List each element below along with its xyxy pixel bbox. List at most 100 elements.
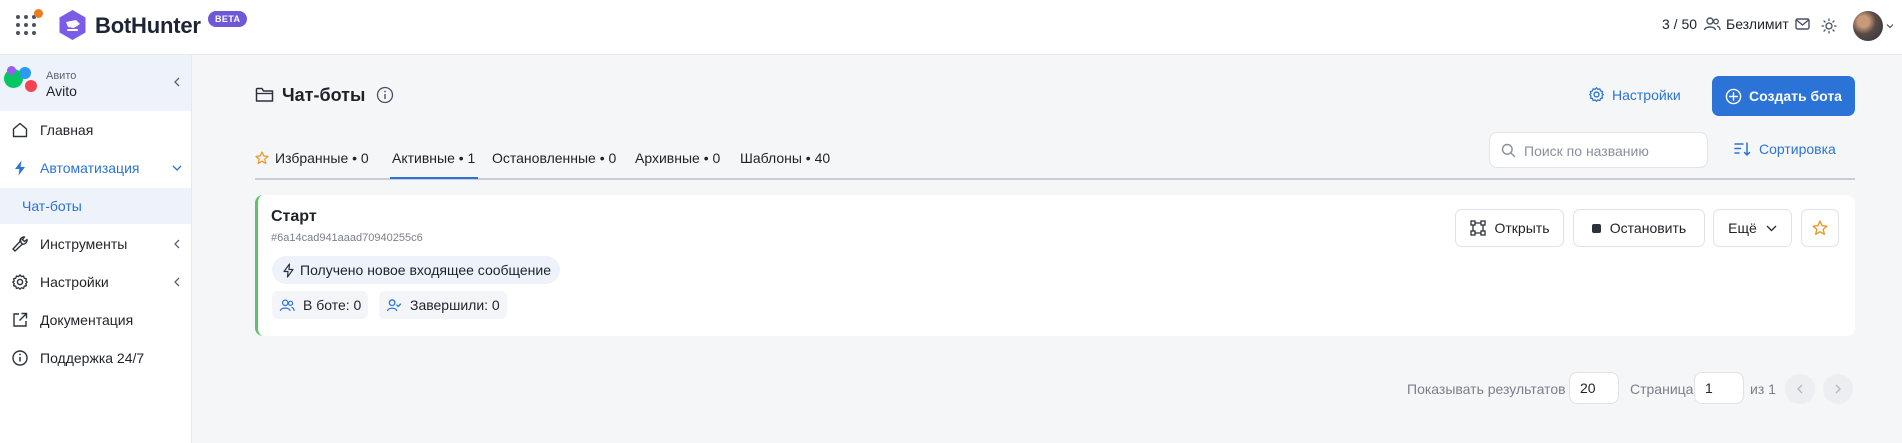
prev-page-button[interactable] (1785, 374, 1815, 404)
finished-label: Завершили: 0 (410, 297, 500, 313)
chevron-down-icon (1766, 225, 1777, 231)
sidebar-item-label: Инструменты (40, 236, 128, 252)
beta-badge: BETA (208, 11, 248, 27)
trigger-label: Получено новое входящее сообщение (300, 262, 552, 278)
mail-check-icon (1795, 18, 1810, 30)
stop-bot-button[interactable]: Остановить (1573, 209, 1705, 247)
bot-name[interactable]: Старт (271, 208, 317, 226)
sidebar-item-home[interactable]: Главная (0, 112, 191, 148)
tab-label: Архивные • 0 (635, 150, 721, 166)
star-icon (1812, 220, 1828, 235)
wrench-icon (12, 236, 28, 252)
account-platform: Авито (46, 70, 77, 82)
create-bot-button[interactable]: Создать бота (1712, 76, 1855, 116)
gear-icon (12, 274, 28, 290)
sidebar-item-support[interactable]: Поддержка 24/7 (0, 340, 191, 376)
chevron-left-icon (1797, 384, 1803, 394)
bot-card[interactable]: Старт #6a14cad941aaad70940255c6 Получено… (255, 195, 1855, 336)
nodes-icon (1469, 220, 1486, 236)
tab-label: Шаблоны • 40 (740, 150, 831, 166)
more-menu-button[interactable]: Ещё (1713, 209, 1792, 247)
sort-button[interactable]: Сортировка (1734, 141, 1836, 157)
lightning-icon (283, 262, 294, 278)
users-usage[interactable]: 3 / 50 (1662, 16, 1721, 32)
bothunter-logo-icon[interactable] (58, 9, 87, 41)
notification-dot (34, 9, 43, 18)
tab-stopped[interactable]: Остановленные • 0 (492, 150, 616, 166)
tab-label: Остановленные • 0 (492, 150, 617, 166)
users-icon (1703, 17, 1721, 31)
page-input[interactable] (1694, 372, 1744, 404)
in-bot-label: В боте: 0 (303, 297, 362, 313)
tab-label: Активные • 1 (392, 150, 476, 166)
sidebar-item-docs[interactable]: Документация (0, 302, 191, 338)
per-page-label: Показывать результатов (1407, 381, 1566, 397)
user-check-icon (386, 298, 402, 311)
next-page-button[interactable] (1823, 374, 1853, 404)
sidebar-item-settings[interactable]: Настройки (0, 264, 191, 300)
open-label: Открыть (1494, 220, 1550, 236)
chevron-down-icon[interactable] (1886, 22, 1894, 30)
sort-icon (1734, 142, 1751, 156)
sidebar-item-label: Документация (40, 312, 134, 328)
sidebar-item-chatbots[interactable]: Чат-боты (0, 188, 191, 224)
plus-circle-icon (1725, 88, 1742, 104)
sidebar: Авито Avito Главная Автоматизация Чат-бо… (0, 55, 192, 443)
sidebar-item-label: Настройки (40, 274, 109, 290)
tab-active[interactable]: Активные • 1 (392, 150, 475, 166)
bot-id: #6a14cad941aaad70940255c6 (271, 232, 423, 244)
apps-grid-icon[interactable] (16, 15, 36, 35)
search-icon (1501, 143, 1516, 158)
chevron-left-icon (174, 239, 180, 249)
in-bot-stat: В боте: 0 (272, 291, 369, 319)
search-box[interactable] (1489, 132, 1708, 168)
settings-link-label: Настройки (1612, 86, 1681, 103)
chevron-right-icon (1835, 384, 1841, 394)
sidebar-item-tools[interactable]: Инструменты (0, 226, 191, 262)
create-bot-label: Создать бота (1749, 88, 1842, 104)
stop-icon (1591, 223, 1601, 233)
more-label: Ещё (1728, 220, 1757, 236)
page-label: Страница (1630, 381, 1694, 397)
favorite-button[interactable] (1801, 209, 1839, 247)
sidebar-item-label: Поддержка 24/7 (40, 350, 145, 366)
tabs-divider (255, 178, 1855, 180)
account-name: Avito (46, 83, 77, 99)
sun-icon[interactable] (1821, 18, 1837, 34)
search-input[interactable] (1524, 141, 1699, 161)
chevron-left-icon (174, 277, 180, 287)
sort-label: Сортировка (1759, 141, 1836, 157)
settings-link[interactable]: Настройки (1588, 86, 1681, 103)
page-title: Чат-боты (282, 85, 366, 105)
info-icon[interactable] (376, 86, 394, 104)
gear-icon (1589, 87, 1604, 102)
chevron-left-icon[interactable] (173, 77, 181, 87)
per-page-input[interactable] (1569, 372, 1619, 404)
tab-archived[interactable]: Архивные • 0 (635, 150, 720, 166)
plan-indicator[interactable]: Безлимит (1726, 16, 1811, 32)
finished-stat: Завершили: 0 (379, 291, 507, 319)
bot-trigger-badge: Получено новое входящее сообщение (272, 256, 561, 284)
sidebar-item-label: Чат-боты (22, 198, 82, 214)
top-bar: BotHunter BETA 3 / 50 Безлимит (0, 0, 1902, 55)
external-link-icon (13, 312, 28, 327)
folder-icon (255, 87, 274, 102)
account-switcher[interactable]: Авито Avito (0, 55, 191, 111)
page-count-label: из 1 (1750, 381, 1776, 397)
open-bot-button[interactable]: Открыть (1455, 209, 1564, 247)
lightning-icon (15, 160, 25, 176)
tab-templates[interactable]: Шаблоны • 40 (740, 150, 830, 166)
usage-count: 3 / 50 (1662, 16, 1698, 32)
stop-label: Остановить (1609, 220, 1687, 236)
sidebar-item-automation[interactable]: Автоматизация (0, 150, 191, 186)
star-icon (255, 151, 269, 165)
users-icon (279, 299, 295, 311)
app-name[interactable]: BotHunter (95, 13, 201, 39)
tab-label: Избранные • 0 (275, 150, 369, 166)
user-avatar[interactable] (1853, 11, 1883, 41)
sidebar-item-label: Автоматизация (40, 160, 140, 176)
tab-favorites[interactable]: Избранные • 0 (255, 150, 369, 166)
info-icon (12, 350, 28, 366)
home-icon (12, 122, 28, 138)
sidebar-item-label: Главная (40, 122, 94, 138)
